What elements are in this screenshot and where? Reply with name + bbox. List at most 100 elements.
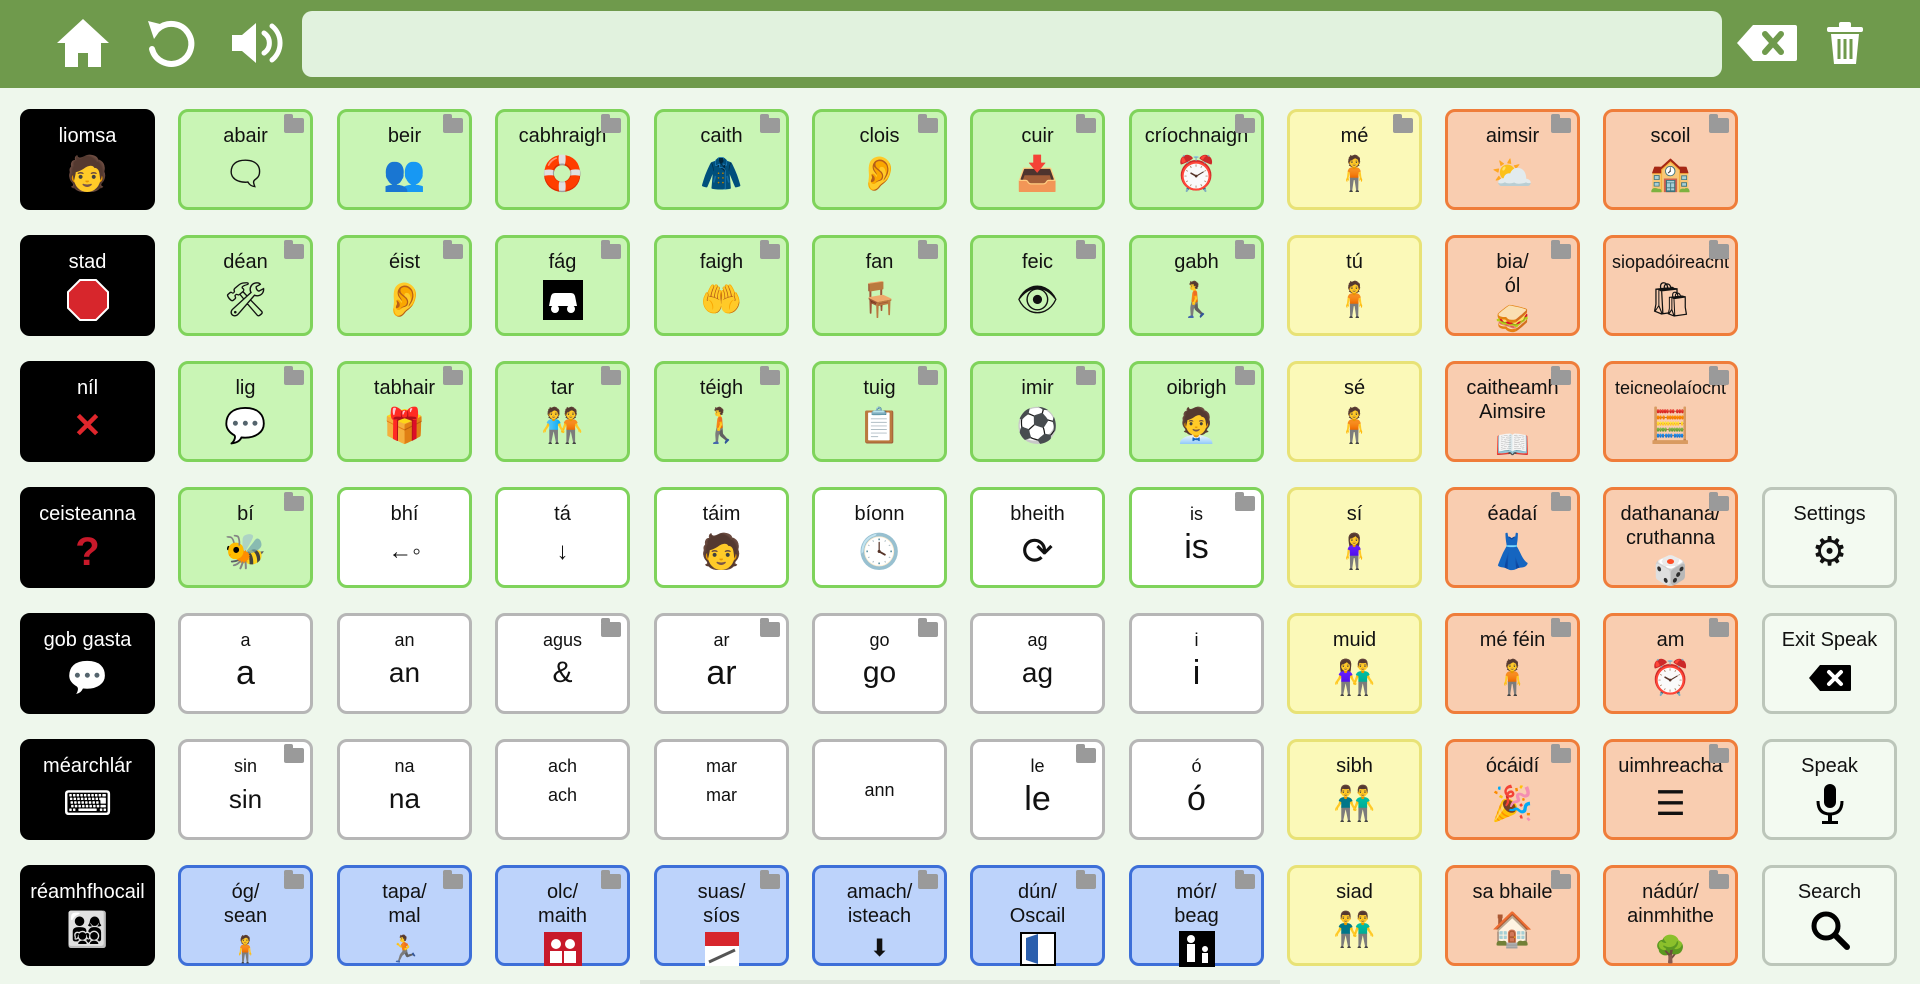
cell-tu[interactable]: tú 🧍 bbox=[1287, 235, 1422, 336]
undo-button[interactable] bbox=[136, 12, 206, 74]
cell-eist[interactable]: éist 👂 bbox=[337, 235, 472, 336]
cell-label: ach bbox=[547, 756, 578, 776]
cell-teigh[interactable]: téigh 🚶 bbox=[654, 361, 789, 462]
cell-o[interactable]: ó ó bbox=[1129, 739, 1264, 840]
cell-tabhair[interactable]: tabhair 🎁 bbox=[337, 361, 472, 462]
cell-clois[interactable]: clois 👂 bbox=[812, 109, 947, 210]
cell-ag[interactable]: ag ag bbox=[970, 613, 1105, 714]
cell-suas-sios[interactable]: suas/ síos bbox=[654, 865, 789, 966]
cell-liomsa[interactable]: liomsa 🧑 bbox=[20, 109, 155, 210]
cell-word: is bbox=[1184, 528, 1209, 566]
cell-ocaidi[interactable]: ócáidí 🎉 bbox=[1445, 739, 1580, 840]
cell-word: ach bbox=[547, 785, 578, 805]
cell-le[interactable]: le le bbox=[970, 739, 1105, 840]
cell-siopadoireacht[interactable]: siopadóireacht 🛍 bbox=[1603, 235, 1738, 336]
cell-is[interactable]: is is bbox=[1129, 487, 1264, 588]
exit-speak-button[interactable]: Exit Speak bbox=[1762, 613, 1897, 714]
cell-fan[interactable]: fan 🪑 bbox=[812, 235, 947, 336]
cell-se[interactable]: sé 🧍 bbox=[1287, 361, 1422, 462]
cell-bia-ol[interactable]: bia/ ól 🥪 bbox=[1445, 235, 1580, 336]
cell-tuig[interactable]: tuig 📋 bbox=[812, 361, 947, 462]
person-he-icon: 🧍 bbox=[1333, 407, 1376, 445]
cell-scoil[interactable]: scoil 🏫 bbox=[1603, 109, 1738, 210]
cell-mearchlar[interactable]: méarchlár ⌨ bbox=[20, 739, 155, 840]
search-button[interactable]: Search bbox=[1762, 865, 1897, 966]
cell-ach[interactable]: ach ach bbox=[495, 739, 630, 840]
cell-feic[interactable]: feic 👁 bbox=[970, 235, 1105, 336]
cell-label: Speak bbox=[1801, 755, 1858, 777]
cell-olc-maith[interactable]: olc/ maith bbox=[495, 865, 630, 966]
cell-nadur-ainmhithe[interactable]: nádúr/ ainmhithe 🌳 bbox=[1603, 865, 1738, 966]
cell-dathanana[interactable]: dathanana/ cruthanna 🎲 bbox=[1603, 487, 1738, 588]
cell-caitheamh-aimsire[interactable]: caitheamh Aimsire 📖 bbox=[1445, 361, 1580, 462]
cell-si[interactable]: sí 🧍‍♀️ bbox=[1287, 487, 1422, 588]
cell-aimsir[interactable]: aimsir ⛅ bbox=[1445, 109, 1580, 210]
cell-go[interactable]: go go bbox=[812, 613, 947, 714]
cell-word: ó bbox=[1187, 780, 1206, 818]
cell-bhi[interactable]: bhí ←◦ bbox=[337, 487, 472, 588]
cell-nil[interactable]: níl ✕ bbox=[20, 361, 155, 462]
cell-label: fág bbox=[548, 251, 577, 273]
cell-an[interactable]: an an bbox=[337, 613, 472, 714]
cell-bi[interactable]: bí 🐝 bbox=[178, 487, 313, 588]
clear-button[interactable] bbox=[1810, 12, 1880, 74]
cell-amach-isteach[interactable]: amach/ isteach ⬇ bbox=[812, 865, 947, 966]
cell-uimhreacha[interactable]: uimhreacha ☰ bbox=[1603, 739, 1738, 840]
folder-icon bbox=[1551, 240, 1571, 259]
cell-teicneolaiocht[interactable]: teicneolaíocht 🧮 bbox=[1603, 361, 1738, 462]
cell-dean[interactable]: déan 🛠 bbox=[178, 235, 313, 336]
cell-mor-beag[interactable]: mór/ beag bbox=[1129, 865, 1264, 967]
cell-me-fein[interactable]: mé féin 🧍 bbox=[1445, 613, 1580, 714]
cell-beir[interactable]: beir 👥 bbox=[337, 109, 472, 210]
cell-abair[interactable]: abair 🗨 bbox=[178, 109, 313, 210]
cell-criochnaigh[interactable]: críochnaigh ⏰ bbox=[1129, 109, 1264, 210]
cell-ta[interactable]: tá ↓ bbox=[495, 487, 630, 588]
cell-caith[interactable]: caith 🧥 bbox=[654, 109, 789, 210]
cell-ann[interactable]: ann bbox=[812, 739, 947, 840]
home-indicator bbox=[640, 980, 1280, 984]
question-mark-icon: ? bbox=[75, 530, 100, 574]
cell-cuir[interactable]: cuir 📥 bbox=[970, 109, 1105, 210]
cell-bheith[interactable]: bheith ⟳ bbox=[970, 487, 1105, 588]
cell-me[interactable]: mé 🧍 bbox=[1287, 109, 1422, 210]
cell-tapa-mal[interactable]: tapa/ mal 🏃 bbox=[337, 865, 472, 966]
cell-sa-bhaile[interactable]: sa bhaile 🏠 bbox=[1445, 865, 1580, 966]
cell-siad[interactable]: siad 👬 bbox=[1287, 865, 1422, 966]
cell-sibh[interactable]: sibh 👬 bbox=[1287, 739, 1422, 840]
cell-am[interactable]: am ⏰ bbox=[1603, 613, 1738, 714]
cell-lig[interactable]: lig 💬 bbox=[178, 361, 313, 462]
cell-stad[interactable]: stad bbox=[20, 235, 155, 336]
cell-muid[interactable]: muid 👫 bbox=[1287, 613, 1422, 714]
cell-dun-oscail[interactable]: dún/ Oscail bbox=[970, 865, 1105, 966]
cell-agus[interactable]: agus & bbox=[495, 613, 630, 714]
cell-gob-gasta[interactable]: gob gasta 💬 bbox=[20, 613, 155, 714]
cell-imir[interactable]: imir ⚽ bbox=[970, 361, 1105, 462]
message-bar[interactable] bbox=[302, 11, 1722, 77]
cell-mar[interactable]: mar mar bbox=[654, 739, 789, 840]
cell-na[interactable]: na na bbox=[337, 739, 472, 840]
cell-a[interactable]: a a bbox=[178, 613, 313, 714]
cell-oibrigh[interactable]: oibrigh 🧑‍💼 bbox=[1129, 361, 1264, 462]
speak-button[interactable]: Speak bbox=[1762, 739, 1897, 840]
cell-label: níl bbox=[76, 377, 99, 399]
cell-tar[interactable]: tar 🧑‍🤝‍🧑 bbox=[495, 361, 630, 462]
toolbar bbox=[0, 0, 1920, 88]
settings-button[interactable]: Settings ⚙ bbox=[1762, 487, 1897, 588]
cell-bionn[interactable]: bíonn 🕓 bbox=[812, 487, 947, 588]
cell-sin[interactable]: sin sin bbox=[178, 739, 313, 840]
cell-og-sean[interactable]: óg/ sean 🧍 bbox=[178, 865, 313, 966]
cell-taim[interactable]: táim 🧑 bbox=[654, 487, 789, 588]
cell-reamhfhocail[interactable]: réamhfhocail 👨‍👩‍👧‍👦 bbox=[20, 865, 155, 966]
cell-eadai[interactable]: éadaí 👗 bbox=[1445, 487, 1580, 588]
cell-i[interactable]: i i bbox=[1129, 613, 1264, 714]
backspace-button[interactable] bbox=[1732, 12, 1802, 74]
cell-cabhraigh[interactable]: cabhraigh 🛟 bbox=[495, 109, 630, 210]
home-button[interactable] bbox=[48, 12, 118, 74]
young-old-icon: 🧍 bbox=[229, 934, 262, 964]
cell-faigh[interactable]: faigh 🤲 bbox=[654, 235, 789, 336]
cell-ar[interactable]: ar ar bbox=[654, 613, 789, 714]
cell-fag[interactable]: fág bbox=[495, 235, 630, 336]
cell-ceisteanna[interactable]: ceisteanna ? bbox=[20, 487, 155, 588]
speak-aloud-button[interactable] bbox=[224, 12, 294, 74]
cell-gabh[interactable]: gabh 🚶 bbox=[1129, 235, 1264, 336]
